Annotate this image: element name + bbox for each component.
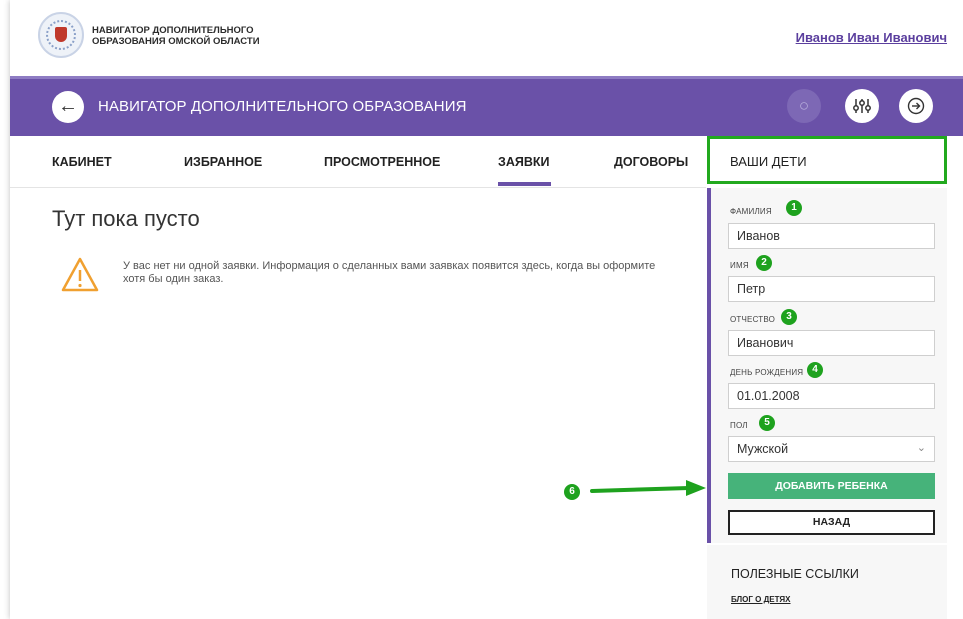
surname-field[interactable]: Иванов <box>728 223 935 249</box>
warning-triangle-icon <box>61 257 99 292</box>
name-field[interactable]: Петр <box>728 276 935 302</box>
header-title: НАВИГАТОР ДОПОЛНИТЕЛЬНОГО ОБРАЗОВАНИЯ <box>98 98 467 115</box>
tab-requests[interactable]: ЗАЯВКИ <box>498 155 552 186</box>
step-badge-4: 4 <box>807 362 823 378</box>
step-badge-3: 3 <box>781 309 797 325</box>
step-badge-5: 5 <box>759 415 775 431</box>
annotation-arrow-icon <box>590 480 706 496</box>
brand-name[interactable]: НАВИГАТОР ДОПОЛНИТЕЛЬНОГО ОБРАЗОВАНИЯ ОМ… <box>92 25 322 47</box>
name-label: имя <box>730 261 749 270</box>
birthday-field[interactable]: 01.01.2008 <box>728 383 935 409</box>
patronymic-field[interactable]: Иванович <box>728 330 935 356</box>
empty-state-title: Тут пока пусто <box>52 206 200 231</box>
step-badge-2: 2 <box>756 255 772 271</box>
arrow-left-icon[interactable]: ← <box>52 91 84 123</box>
chevron-down-icon: ⌄ <box>916 442 926 454</box>
step-badge-1: 1 <box>786 200 802 216</box>
useful-links-title: ПОЛЕЗНЫЕ ССЫЛКИ <box>731 567 859 581</box>
tab-contracts[interactable]: ДОГОВОРЫ <box>614 155 688 169</box>
purple-header: ← НАВИГАТОР ДОПОЛНИТЕЛЬНОГО ОБРАЗОВАНИЯ … <box>10 76 963 136</box>
empty-state-text: У вас нет ни одной заявки. Информация о … <box>123 260 656 285</box>
blog-about-children-link[interactable]: БЛОГ О ДЕТЯХ <box>731 595 791 604</box>
brand-line-1: НАВИГАТОР ДОПОЛНИТЕЛЬНОГО <box>92 25 254 36</box>
cabinet-tabs: КАБИНЕТ ИЗБРАННОЕ ПРОСМОТРЕННОЕ ЗАЯВКИ Д… <box>10 136 706 188</box>
gender-select[interactable]: Мужской ⌄ <box>728 436 935 462</box>
add-child-button[interactable]: ДОБАВИТЬ РЕБЕНКА <box>728 473 935 499</box>
logout-icon[interactable] <box>899 89 933 123</box>
tab-viewed[interactable]: ПРОСМОТРЕННОЕ <box>324 155 440 169</box>
gender-label: пол <box>730 421 748 430</box>
coat-of-arms-icon <box>55 27 67 42</box>
tab-favorites[interactable]: ИЗБРАННОЕ <box>184 155 262 169</box>
birthday-label: день рождения <box>730 368 804 377</box>
surname-label: фамилия <box>730 207 772 216</box>
sliders-icon[interactable] <box>845 89 879 123</box>
useful-links-panel: ПОЛЕЗНЫЕ ССЫЛКИ БЛОГ О ДЕТЯХ <box>707 545 947 619</box>
top-bar: НАВИГАТОР ДОПОЛНИТЕЛЬНОГО ОБРАЗОВАНИЯ ОМ… <box>10 0 963 76</box>
your-children-title: ВАШИ ДЕТИ <box>730 154 807 169</box>
patronymic-label: отчество <box>730 315 776 324</box>
gender-selected-value: Мужской <box>737 442 789 456</box>
user-icon[interactable]: ○ <box>787 89 821 123</box>
your-children-header[interactable]: ВАШИ ДЕТИ <box>707 136 947 184</box>
tab-cabinet[interactable]: КАБИНЕТ <box>52 155 112 169</box>
brand-line-2: ОБРАЗОВАНИЯ ОМСКОЙ ОБЛАСТИ <box>92 36 260 47</box>
user-name-link[interactable]: Иванов Иван Иванович <box>796 30 947 45</box>
region-logo[interactable] <box>38 12 84 58</box>
step-badge-6: 6 <box>564 484 580 500</box>
back-button[interactable]: НАЗАД <box>728 510 935 535</box>
browser-page: НАВИГАТОР ДОПОЛНИТЕЛЬНОГО ОБРАЗОВАНИЯ ОМ… <box>10 0 963 619</box>
add-child-form: фамилия 1 Иванов имя 2 Петр отчество 3 И… <box>707 188 947 543</box>
